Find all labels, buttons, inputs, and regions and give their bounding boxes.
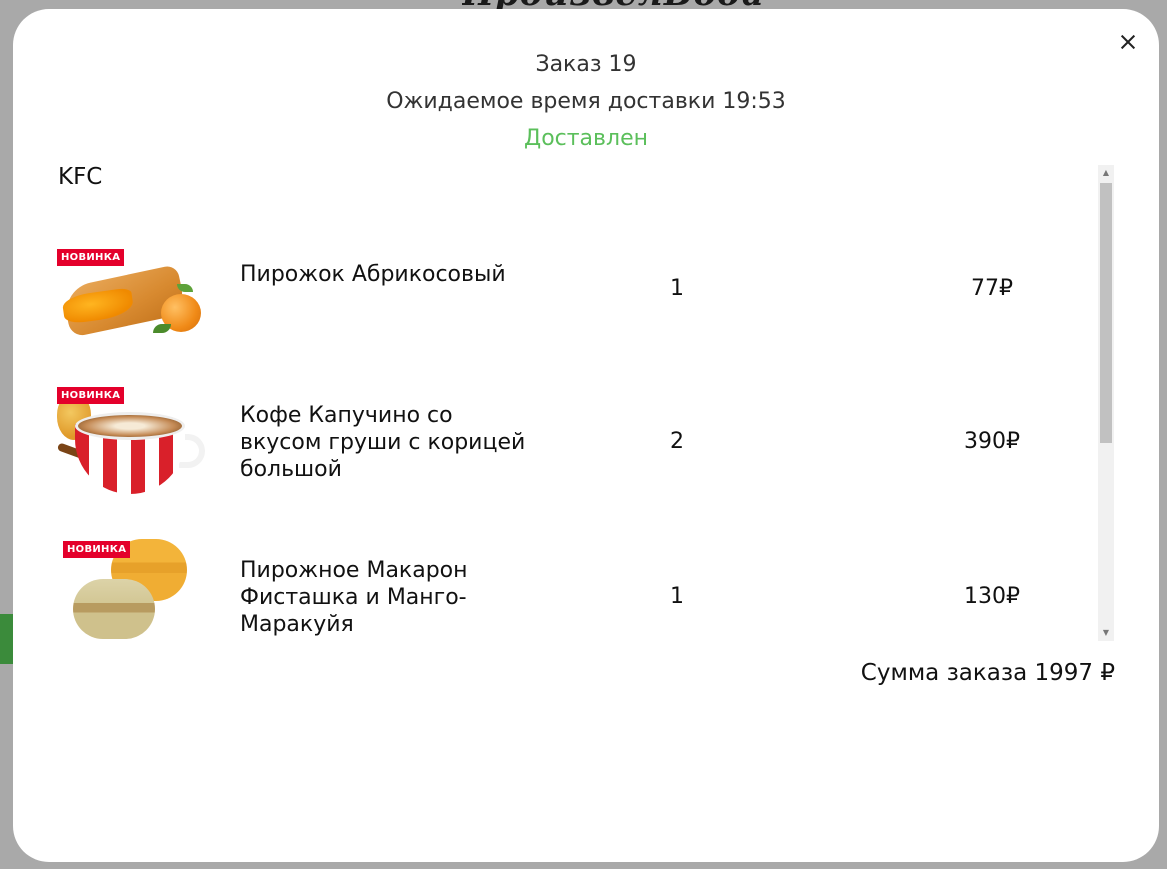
- new-badge: НОВИНКА: [57, 249, 125, 266]
- new-badge: НОВИНКА: [57, 387, 125, 404]
- item-price: 77₽: [971, 276, 1013, 301]
- scrollbar-thumb[interactable]: [1100, 183, 1112, 443]
- order-items-list: НОВИНКА Пирожок Абрикосовый 1 77₽ НОВИНК…: [57, 204, 1097, 644]
- expected-delivery-time: Ожидаемое время доставки 19:53: [386, 89, 786, 114]
- background-side-tab: [0, 614, 14, 664]
- item-price: 130₽: [964, 584, 1020, 609]
- item-name: Пирожное Макарон Фисташка и Манго-Мараку…: [240, 558, 468, 637]
- item-quantity: 1: [670, 276, 684, 301]
- item-price: 390₽: [964, 429, 1020, 454]
- item-name: Пирожок Абрикосовый: [240, 262, 506, 287]
- scroll-down-arrow-icon[interactable]: ▼: [1098, 625, 1114, 641]
- restaurant-name: KFC: [58, 164, 103, 190]
- cappuccino-cup-image: НОВИНКА: [57, 374, 205, 494]
- item-name: Кофе Капучино со вкусом груши с корицей …: [240, 403, 526, 482]
- order-status: Доставлен: [524, 126, 648, 151]
- order-total: Сумма заказа 1997 ₽: [860, 660, 1115, 686]
- close-icon[interactable]: [1117, 31, 1139, 53]
- items-scrollbar[interactable]: ▲ ▼: [1098, 165, 1114, 641]
- list-item: НОВИНКА Кофе Капучино со вкусом груши с …: [57, 374, 1097, 494]
- scroll-up-arrow-icon[interactable]: ▲: [1098, 165, 1114, 181]
- new-badge: НОВИНКА: [63, 541, 131, 558]
- macaron-image: НОВИНКА: [57, 529, 205, 644]
- list-item: НОВИНКА Пирожное Макарон Фисташка и Манг…: [57, 529, 1097, 644]
- order-details-modal: Заказ 19 Ожидаемое время доставки 19:53 …: [13, 9, 1159, 862]
- apricot-pie-image: НОВИНКА: [57, 224, 205, 344]
- item-quantity: 2: [670, 429, 684, 454]
- item-quantity: 1: [670, 584, 684, 609]
- order-title: Заказ 19: [535, 52, 637, 77]
- list-item: НОВИНКА Пирожок Абрикосовый 1 77₽: [57, 224, 1097, 344]
